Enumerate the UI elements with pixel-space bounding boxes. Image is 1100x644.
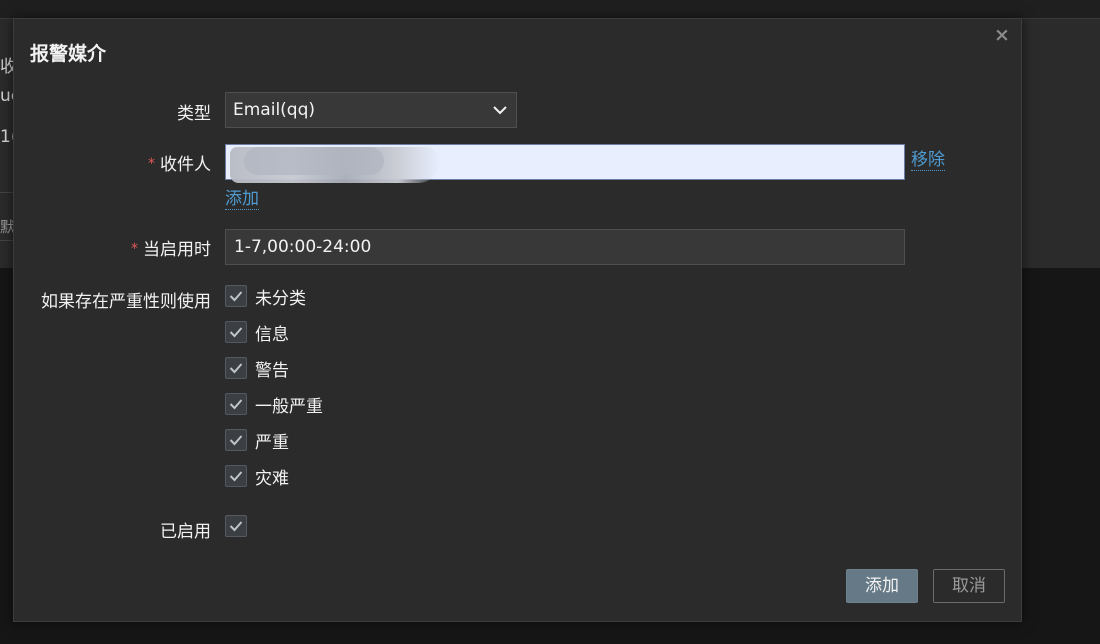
close-icon[interactable]: × bbox=[992, 25, 1012, 45]
severity-option-label: 未分类 bbox=[255, 288, 306, 309]
check-icon bbox=[229, 399, 243, 410]
recipient-label-text: 收件人 bbox=[160, 155, 211, 175]
severity-option-label: 灾难 bbox=[255, 468, 289, 489]
checkbox[interactable] bbox=[225, 357, 247, 379]
background-topbar bbox=[0, 0, 1100, 19]
severity-option[interactable]: 未分类 bbox=[225, 283, 306, 309]
check-icon bbox=[229, 471, 243, 482]
check-icon bbox=[229, 327, 243, 338]
dialog-title: 报警媒介 bbox=[30, 43, 107, 65]
enabled-label: 已启用 bbox=[160, 522, 211, 542]
redacted-blur bbox=[244, 147, 384, 175]
check-icon bbox=[229, 435, 243, 446]
severity-option-label: 警告 bbox=[255, 360, 289, 381]
required-mark: * bbox=[148, 156, 155, 172]
severity-option-label: 信息 bbox=[255, 324, 289, 345]
check-icon bbox=[229, 521, 243, 532]
cancel-button[interactable]: 取消 bbox=[933, 569, 1005, 603]
severity-option[interactable]: 信息 bbox=[225, 319, 289, 345]
checkbox[interactable] bbox=[225, 285, 247, 307]
chevron-down-icon bbox=[493, 106, 507, 115]
background-divider bbox=[0, 192, 14, 193]
required-mark: * bbox=[131, 241, 138, 257]
checkbox[interactable] bbox=[225, 465, 247, 487]
add-recipient-link[interactable]: 添加 bbox=[225, 189, 259, 210]
add-button[interactable]: 添加 bbox=[846, 569, 918, 603]
remove-link[interactable]: 移除 bbox=[911, 150, 945, 171]
checkbox[interactable] bbox=[225, 393, 247, 415]
background-divider bbox=[0, 240, 14, 241]
severity-option-label: 严重 bbox=[255, 432, 289, 453]
severity-option[interactable]: 灾难 bbox=[225, 463, 289, 489]
media-dialog: 报警媒介 × 类型 Email(qq) * 收件人 移除 添加 * 当启用时 1-7… bbox=[13, 18, 1022, 622]
type-label: 类型 bbox=[177, 104, 211, 124]
enabled-checkbox[interactable] bbox=[225, 515, 247, 537]
period-label-text: 当启用时 bbox=[143, 240, 211, 260]
enabled-option[interactable] bbox=[225, 513, 247, 539]
type-select[interactable]: Email(qq) bbox=[225, 92, 517, 128]
recipient-label: * 收件人 bbox=[148, 150, 211, 175]
severity-option[interactable]: 严重 bbox=[225, 427, 289, 453]
checkbox[interactable] bbox=[225, 429, 247, 451]
period-label: * 当启用时 bbox=[131, 235, 211, 260]
severity-option[interactable]: 警告 bbox=[225, 355, 289, 381]
type-select-value: Email(qq) bbox=[233, 100, 316, 120]
severity-label: 如果存在严重性则使用 bbox=[41, 292, 211, 312]
check-icon bbox=[229, 363, 243, 374]
severity-option[interactable]: 一般严重 bbox=[225, 391, 323, 417]
check-icon bbox=[229, 291, 243, 302]
checkbox[interactable] bbox=[225, 321, 247, 343]
severity-option-label: 一般严重 bbox=[255, 396, 323, 417]
period-input[interactable]: 1-7,00:00-24:00 bbox=[225, 229, 905, 265]
